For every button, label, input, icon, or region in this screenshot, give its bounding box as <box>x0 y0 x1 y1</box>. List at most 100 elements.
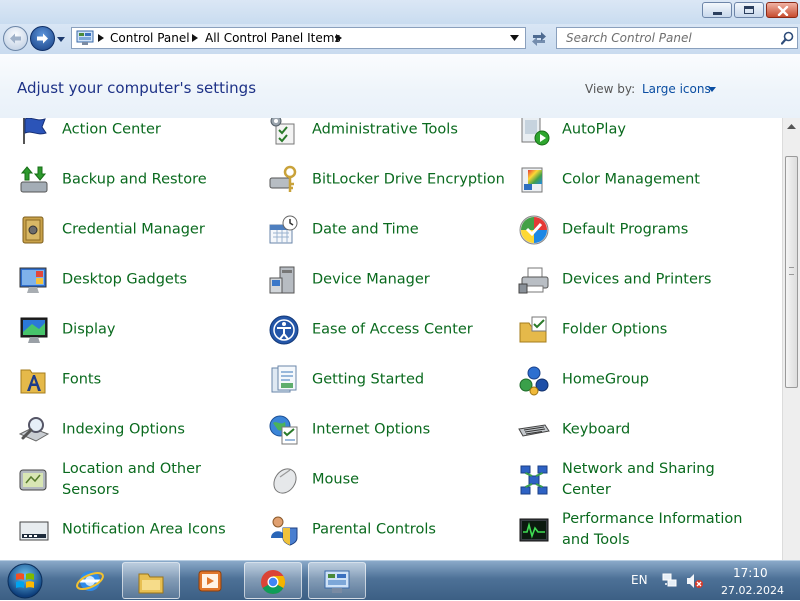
back-button[interactable] <box>3 26 28 51</box>
title-bar[interactable] <box>0 0 800 24</box>
gadgets-icon <box>19 267 47 293</box>
taskbar-media-player[interactable] <box>182 562 240 599</box>
cp-item-display[interactable]: Display <box>18 310 258 350</box>
keyboard-icon <box>518 424 550 437</box>
cp-item-mouse[interactable]: Mouse <box>268 460 508 500</box>
network-icon <box>520 465 548 495</box>
search-box[interactable] <box>556 27 798 49</box>
breadcrumb-separator-icon[interactable] <box>336 34 342 42</box>
forward-button[interactable] <box>30 26 55 51</box>
calendar-clock-icon <box>269 215 298 244</box>
scroll-up-icon[interactable] <box>785 120 798 134</box>
performance-icon <box>519 518 549 542</box>
homegroup-icon <box>519 366 549 396</box>
notification-icon <box>19 521 49 541</box>
breadcrumb-control-panel[interactable]: Control Panel <box>110 31 190 45</box>
taskbar: EN 17:10 27.02.2024 <box>0 560 800 600</box>
forward-arrow-icon <box>37 33 48 44</box>
search-icon[interactable] <box>781 31 794 45</box>
cp-item-date-and-time[interactable]: Date and Time <box>268 210 508 250</box>
device-manager-icon <box>269 266 295 294</box>
cp-item-device-manager[interactable]: Device Manager <box>268 260 508 300</box>
cp-item-fonts[interactable]: Fonts <box>18 360 258 400</box>
cp-item-credential-manager[interactable]: Credential Manager <box>18 210 258 250</box>
recent-pages-dropdown-icon[interactable] <box>57 35 65 43</box>
taskbar-file-explorer[interactable] <box>122 562 180 599</box>
minimize-button[interactable] <box>702 2 732 18</box>
chevron-down-icon[interactable] <box>510 35 519 41</box>
internet-options-icon <box>269 415 298 445</box>
maximize-button[interactable] <box>734 2 764 18</box>
cp-item-getting-started[interactable]: Getting Started <box>268 360 508 400</box>
volume-muted-icon[interactable] <box>686 573 704 589</box>
cp-item-color-management[interactable]: Color Management <box>518 160 758 200</box>
view-by-label: View by: <box>585 82 636 96</box>
control-panel-window: Control Panel All Control Panel Items Ad… <box>0 0 800 560</box>
cp-item-autoplay[interactable]: AutoPlay <box>518 118 758 150</box>
cp-item-bitlocker[interactable]: BitLocker Drive Encryption <box>268 160 508 200</box>
back-arrow-icon <box>10 33 21 44</box>
cp-item-default-programs[interactable]: Default Programs <box>518 210 758 250</box>
start-button[interactable] <box>4 561 46 601</box>
ease-of-access-icon <box>269 315 299 345</box>
cp-item-backup-and-restore[interactable]: Backup and Restore <box>18 160 258 200</box>
display-icon <box>20 317 48 343</box>
control-panel-small-icon <box>76 30 94 45</box>
page-title: Adjust your computer's settings <box>17 79 257 97</box>
fonts-icon <box>20 369 46 394</box>
chevron-down-icon[interactable] <box>708 87 716 92</box>
chrome-icon <box>261 570 286 595</box>
close-button[interactable] <box>766 2 798 18</box>
cp-item-network-sharing[interactable]: Network and Sharing Center <box>518 460 758 500</box>
clock-time[interactable]: 17:10 <box>733 566 768 580</box>
location-sensor-icon <box>19 469 47 491</box>
internet-explorer-icon <box>76 571 104 591</box>
cp-item-notification-area-icons[interactable]: Notification Area Icons <box>18 510 258 550</box>
taskbar-chrome[interactable] <box>244 562 302 599</box>
taskbar-internet-explorer[interactable] <box>62 562 120 599</box>
getting-started-icon <box>271 365 297 393</box>
flag-icon <box>23 118 47 144</box>
vault-icon <box>22 216 44 244</box>
breadcrumb-separator-icon[interactable] <box>98 34 104 42</box>
scrollbar-thumb[interactable] <box>785 156 798 388</box>
cp-item-action-center[interactable]: Action Center <box>18 118 258 150</box>
page-header: Adjust your computer's settings View by:… <box>0 54 800 118</box>
parental-controls-icon <box>271 516 298 546</box>
breadcrumb-all-items[interactable]: All Control Panel Items <box>205 31 341 45</box>
cp-item-desktop-gadgets[interactable]: Desktop Gadgets <box>18 260 258 300</box>
control-panel-icon <box>324 570 350 593</box>
cp-item-location-sensors[interactable]: Location and Other Sensors <box>18 460 258 500</box>
indexing-icon <box>18 417 50 442</box>
refresh-icon[interactable] <box>527 27 551 49</box>
cp-item-homegroup[interactable]: HomeGroup <box>518 360 758 400</box>
navigation-bar: Control Panel All Control Panel Items <box>0 24 800 54</box>
vertical-scrollbar[interactable] <box>782 118 800 560</box>
backup-icon <box>20 166 48 193</box>
cp-item-folder-options[interactable]: Folder Options <box>518 310 758 350</box>
cp-item-parental-controls[interactable]: Parental Controls <box>268 510 508 550</box>
bitlocker-icon <box>269 165 297 192</box>
cp-item-indexing-options[interactable]: Indexing Options <box>18 410 258 450</box>
clock-date[interactable]: 27.02.2024 <box>721 584 784 597</box>
network-tray-icon[interactable] <box>662 573 678 589</box>
language-indicator[interactable]: EN <box>631 573 648 587</box>
cp-item-keyboard[interactable]: Keyboard <box>518 410 758 450</box>
cp-item-ease-of-access[interactable]: Ease of Access Center <box>268 310 508 350</box>
control-panel-items: Action Center Administrative Tools AutoP… <box>0 118 782 560</box>
media-player-icon <box>198 570 222 592</box>
breadcrumb-separator-icon[interactable] <box>192 34 198 42</box>
default-programs-icon <box>519 215 549 245</box>
search-input[interactable] <box>557 28 772 48</box>
folder-icon <box>138 573 164 594</box>
taskbar-control-panel[interactable] <box>308 562 366 599</box>
cp-item-devices-and-printers[interactable]: Devices and Printers <box>518 260 758 300</box>
address-bar[interactable]: Control Panel All Control Panel Items <box>71 27 526 49</box>
cp-item-internet-options[interactable]: Internet Options <box>268 410 508 450</box>
cp-item-performance-information[interactable]: Performance Information and Tools <box>518 510 758 550</box>
cp-item-administrative-tools[interactable]: Administrative Tools <box>268 118 508 150</box>
autoplay-icon <box>521 118 550 146</box>
view-by-dropdown[interactable]: Large icons <box>642 82 711 96</box>
printer-icon <box>518 267 549 294</box>
color-management-icon <box>521 167 543 193</box>
